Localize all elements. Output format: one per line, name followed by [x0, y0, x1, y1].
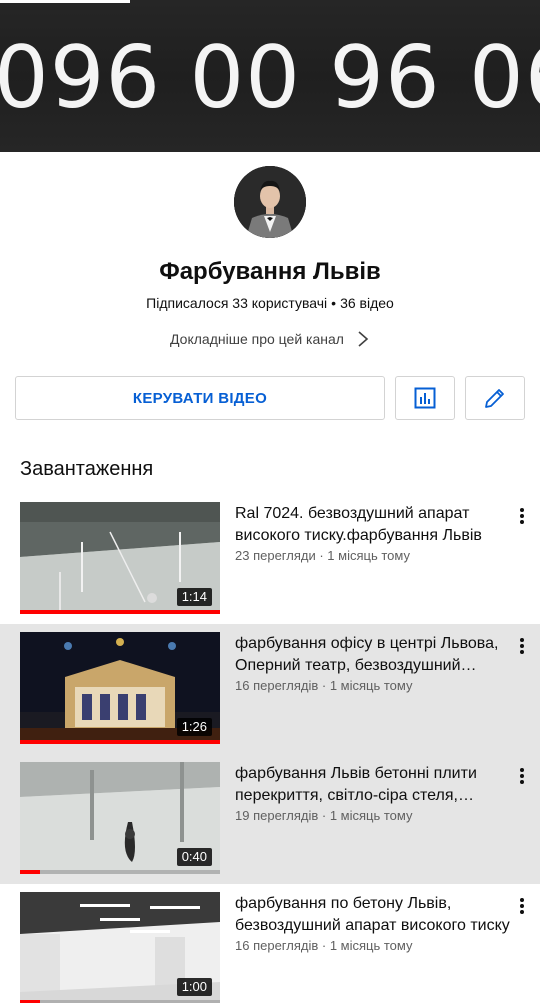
- banner-phone-number: 096 00 96 069: [0, 28, 540, 128]
- video-views: 19 переглядів: [235, 808, 319, 823]
- more-vertical-icon: [520, 898, 524, 914]
- more-vertical-icon: [520, 638, 524, 654]
- video-duration: 0:40: [176, 848, 212, 866]
- about-channel-label: Докладніше про цей канал: [170, 331, 344, 347]
- bar-chart-icon: [414, 387, 436, 409]
- channel-page: 096 00 96 069 Фарбування Львів Підписало…: [0, 0, 540, 1003]
- video-thumbnail[interactable]: 1:26: [20, 632, 220, 744]
- video-duration: 1:14: [176, 588, 212, 606]
- video-item[interactable]: 0:40 фарбування Львів бетонні плити пере…: [0, 754, 540, 884]
- video-views: 16 переглядів: [235, 678, 319, 693]
- video-views: 23 перегляди: [235, 548, 316, 563]
- video-thumbnail[interactable]: 1:00: [20, 892, 220, 1003]
- manage-videos-button[interactable]: КЕРУВАТИ ВІДЕО: [15, 376, 385, 420]
- watch-progress-fill: [20, 610, 220, 614]
- video-meta: 16 переглядів · 1 місяць тому: [235, 678, 413, 693]
- pencil-icon: [485, 389, 504, 408]
- more-vertical-icon: [520, 768, 524, 784]
- video-duration: 1:00: [176, 978, 212, 996]
- video-more-button[interactable]: [512, 766, 532, 786]
- video-meta: 16 переглядів · 1 місяць тому: [235, 938, 413, 953]
- meta-separator: •: [331, 295, 337, 311]
- video-age: 1 місяць тому: [329, 808, 413, 823]
- watch-progress-track: [20, 870, 220, 874]
- watch-progress-fill: [20, 870, 40, 874]
- video-more-button[interactable]: [512, 896, 532, 916]
- video-title[interactable]: фарбування офісу в центрі Львова, Оперни…: [235, 633, 510, 677]
- video-title[interactable]: фарбування Львів бетонні плити перекритт…: [235, 763, 510, 807]
- video-meta: 23 перегляди · 1 місяць тому: [235, 548, 410, 563]
- video-more-button[interactable]: [512, 636, 532, 656]
- chevron-right-icon: [358, 331, 369, 347]
- video-title[interactable]: Ral 7024. безвоздушний апарат високого т…: [235, 503, 510, 547]
- video-more-button[interactable]: [512, 506, 532, 526]
- channel-stats: Підписалося 33 користувачі • 36 відео: [0, 293, 540, 313]
- video-age: 1 місяць тому: [329, 938, 413, 953]
- video-title[interactable]: фарбування по бетону Львів, безвоздушний…: [235, 893, 510, 937]
- video-thumbnail[interactable]: 1:14: [20, 502, 220, 614]
- video-views: 16 переглядів: [235, 938, 319, 953]
- channel-avatar[interactable]: [234, 166, 306, 238]
- watch-progress-fill: [20, 740, 220, 744]
- video-item[interactable]: 1:26 фарбування офісу в центрі Львова, О…: [0, 624, 540, 754]
- analytics-button[interactable]: [395, 376, 455, 420]
- edit-channel-button[interactable]: [465, 376, 525, 420]
- video-age: 1 місяць тому: [327, 548, 410, 563]
- video-thumbnail[interactable]: 0:40: [20, 762, 220, 874]
- video-duration: 1:26: [176, 718, 212, 736]
- watch-progress-track: [20, 740, 220, 744]
- uploads-section-title: Завантаження: [20, 458, 154, 480]
- video-age: 1 місяць тому: [329, 678, 413, 693]
- video-count: 36 відео: [340, 295, 394, 311]
- more-vertical-icon: [520, 508, 524, 524]
- avatar-photo: [234, 166, 306, 238]
- video-item[interactable]: 1:00 фарбування по бетону Львів, безвозд…: [0, 884, 540, 1003]
- subscriber-count: Підписалося 33 користувачі: [146, 295, 328, 311]
- watch-progress-track: [20, 610, 220, 614]
- channel-name: Фарбування Львів: [159, 258, 381, 285]
- video-item[interactable]: 1:14 Ral 7024. безвоздушний апарат висок…: [0, 494, 540, 624]
- about-channel-link[interactable]: Докладніше про цей канал: [0, 327, 540, 351]
- banner-top-line: [0, 0, 130, 3]
- channel-banner: 096 00 96 069: [0, 0, 540, 152]
- video-meta: 19 переглядів · 1 місяць тому: [235, 808, 413, 823]
